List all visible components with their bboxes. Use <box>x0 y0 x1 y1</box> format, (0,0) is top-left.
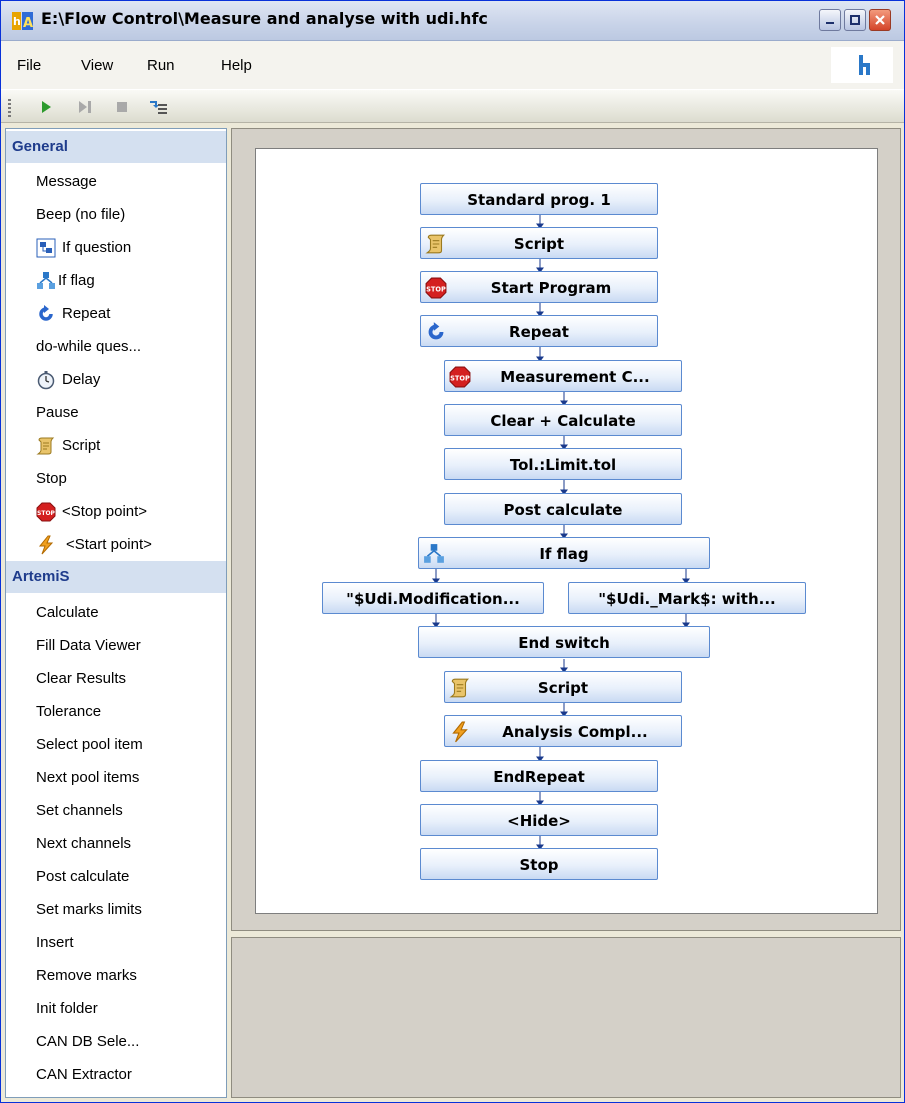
flow-list-button[interactable] <box>147 96 169 118</box>
window-title: E:\Flow Control\Measure and analyse with… <box>41 9 488 28</box>
toolbox-item-script[interactable]: Script <box>6 429 226 461</box>
flow-canvas[interactable]: Standard prog. 1 Script STOP Start Progr… <box>255 148 878 914</box>
flow-node[interactable]: Script <box>420 227 658 259</box>
toolbox-item-remove-marks[interactable]: Remove marks <box>6 959 226 991</box>
flow-node[interactable]: Clear + Calculate <box>444 404 682 436</box>
flow-node[interactable]: Script <box>444 671 682 703</box>
title-bar[interactable]: h A E:\Flow Control\Measure and analyse … <box>1 1 904 41</box>
if-question-icon <box>36 238 56 258</box>
menu-bar: File View Run Help <box>1 41 904 89</box>
flow-node[interactable]: "$Udi._Mark$: with... <box>568 582 806 614</box>
section-header-artemis[interactable]: ArtemiS <box>6 561 226 593</box>
toolbox-item-next-pool-items[interactable]: Next pool items <box>6 761 226 793</box>
stop-sign-icon: STOP <box>425 277 447 299</box>
toolbox-item-insert[interactable]: Insert <box>6 926 226 958</box>
toolbox-item-pause[interactable]: Pause <box>6 396 226 428</box>
toolbox-item-delay[interactable]: Delay <box>6 363 226 395</box>
section-header-general[interactable]: General <box>6 131 226 163</box>
step-forward-icon <box>79 101 91 113</box>
stopwatch-icon <box>37 371 55 390</box>
flow-node[interactable]: Tol.:Limit.tol <box>444 448 682 480</box>
toolbox-item-select-pool-item[interactable]: Select pool item <box>6 728 226 760</box>
toolbox-item-next-channels[interactable]: Next channels <box>6 827 226 859</box>
flow-node[interactable]: EndRepeat <box>420 760 658 792</box>
maximize-icon <box>850 15 860 25</box>
lightning-icon <box>38 535 54 555</box>
menu-help[interactable]: Help <box>221 57 252 74</box>
properties-pane <box>231 937 901 1098</box>
flow-node[interactable]: STOP Measurement C... <box>444 360 682 392</box>
menu-file[interactable]: File <box>17 57 41 74</box>
toolbox-item-beep[interactable]: Beep (no file) <box>6 198 226 230</box>
brand-logo <box>831 47 893 83</box>
toolbox-sidebar: General Message Beep (no file) If questi… <box>5 128 227 1098</box>
toolbox-item-can-db-select[interactable]: CAN DB Sele... <box>6 1025 226 1057</box>
flow-node[interactable]: If flag <box>418 537 710 569</box>
toolbox-item-clear-results[interactable]: Clear Results <box>6 662 226 694</box>
toolbox-item-set-channels[interactable]: Set channels <box>6 794 226 826</box>
toolbox-item-calculate[interactable]: Calculate <box>6 596 226 628</box>
menu-view[interactable]: View <box>81 57 113 74</box>
stop-icon <box>117 102 127 112</box>
toolbox-item-tolerance[interactable]: Tolerance <box>6 695 226 727</box>
toolbox-item-message[interactable]: Message <box>6 165 226 197</box>
toolbox-item-stop[interactable]: Stop <box>6 462 226 494</box>
svg-text:STOP: STOP <box>37 510 56 517</box>
toolbox-item-post-calculate[interactable]: Post calculate <box>6 860 226 892</box>
flow-node[interactable]: End switch <box>418 626 710 658</box>
svg-text:h: h <box>13 15 21 28</box>
flow-node[interactable]: Repeat <box>420 315 658 347</box>
play-icon <box>42 101 51 113</box>
svg-text:STOP: STOP <box>426 285 446 293</box>
svg-text:A: A <box>23 16 33 31</box>
head-acoustics-logo-icon <box>859 55 870 75</box>
minimize-icon <box>826 22 834 24</box>
flow-node[interactable]: Standard prog. 1 <box>420 183 658 215</box>
flow-connectors <box>432 214 690 850</box>
app-window: h A E:\Flow Control\Measure and analyse … <box>0 0 905 1103</box>
stop-sign-icon: STOP <box>449 366 471 388</box>
toolbox-item-fill-data-viewer[interactable]: Fill Data Viewer <box>6 629 226 661</box>
toolbox-item-stop-point[interactable]: STOP <Stop point> <box>6 495 226 527</box>
toolbar <box>1 89 904 123</box>
step-button[interactable] <box>73 96 95 118</box>
toolbox-item-can-extractor[interactable]: CAN Extractor <box>6 1058 226 1090</box>
minimize-button[interactable] <box>819 9 841 31</box>
run-button[interactable] <box>35 96 57 118</box>
svg-text:STOP: STOP <box>450 374 470 382</box>
flow-node[interactable]: Post calculate <box>444 493 682 525</box>
toolbox-item-start-point[interactable]: <Start point> <box>6 528 226 560</box>
if-flag-icon <box>37 272 55 289</box>
toolbox-item-do-while[interactable]: do-while ques... <box>6 330 226 362</box>
flow-node[interactable]: STOP Start Program <box>420 271 658 303</box>
toolbox-item-if-flag[interactable]: If flag <box>6 264 226 296</box>
app-logo-icon: h A <box>12 12 33 31</box>
script-scroll-icon <box>36 437 55 455</box>
flow-node[interactable]: "$Udi.Modification... <box>322 582 544 614</box>
repeat-icon <box>39 305 53 321</box>
toolbox-item-set-marks-limits[interactable]: Set marks limits <box>6 893 226 925</box>
stop-button[interactable] <box>111 96 133 118</box>
lightning-icon <box>452 721 468 743</box>
toolbox-item-if-question[interactable]: If question <box>6 231 226 263</box>
flow-node[interactable]: <Hide> <box>420 804 658 836</box>
close-icon <box>875 15 885 25</box>
toolbox-item-repeat[interactable]: Repeat <box>6 297 226 329</box>
maximize-button[interactable] <box>844 9 866 31</box>
close-button[interactable] <box>869 9 891 31</box>
toolbox-item-init-folder[interactable]: Init folder <box>6 992 226 1024</box>
flow-node[interactable]: Stop <box>420 848 658 880</box>
flow-list-icon <box>150 101 167 114</box>
menu-run[interactable]: Run <box>147 57 175 74</box>
toolbar-grip[interactable] <box>8 99 11 117</box>
flow-node[interactable]: Analysis Compl... <box>444 715 682 747</box>
stop-sign-icon: STOP <box>36 502 56 522</box>
